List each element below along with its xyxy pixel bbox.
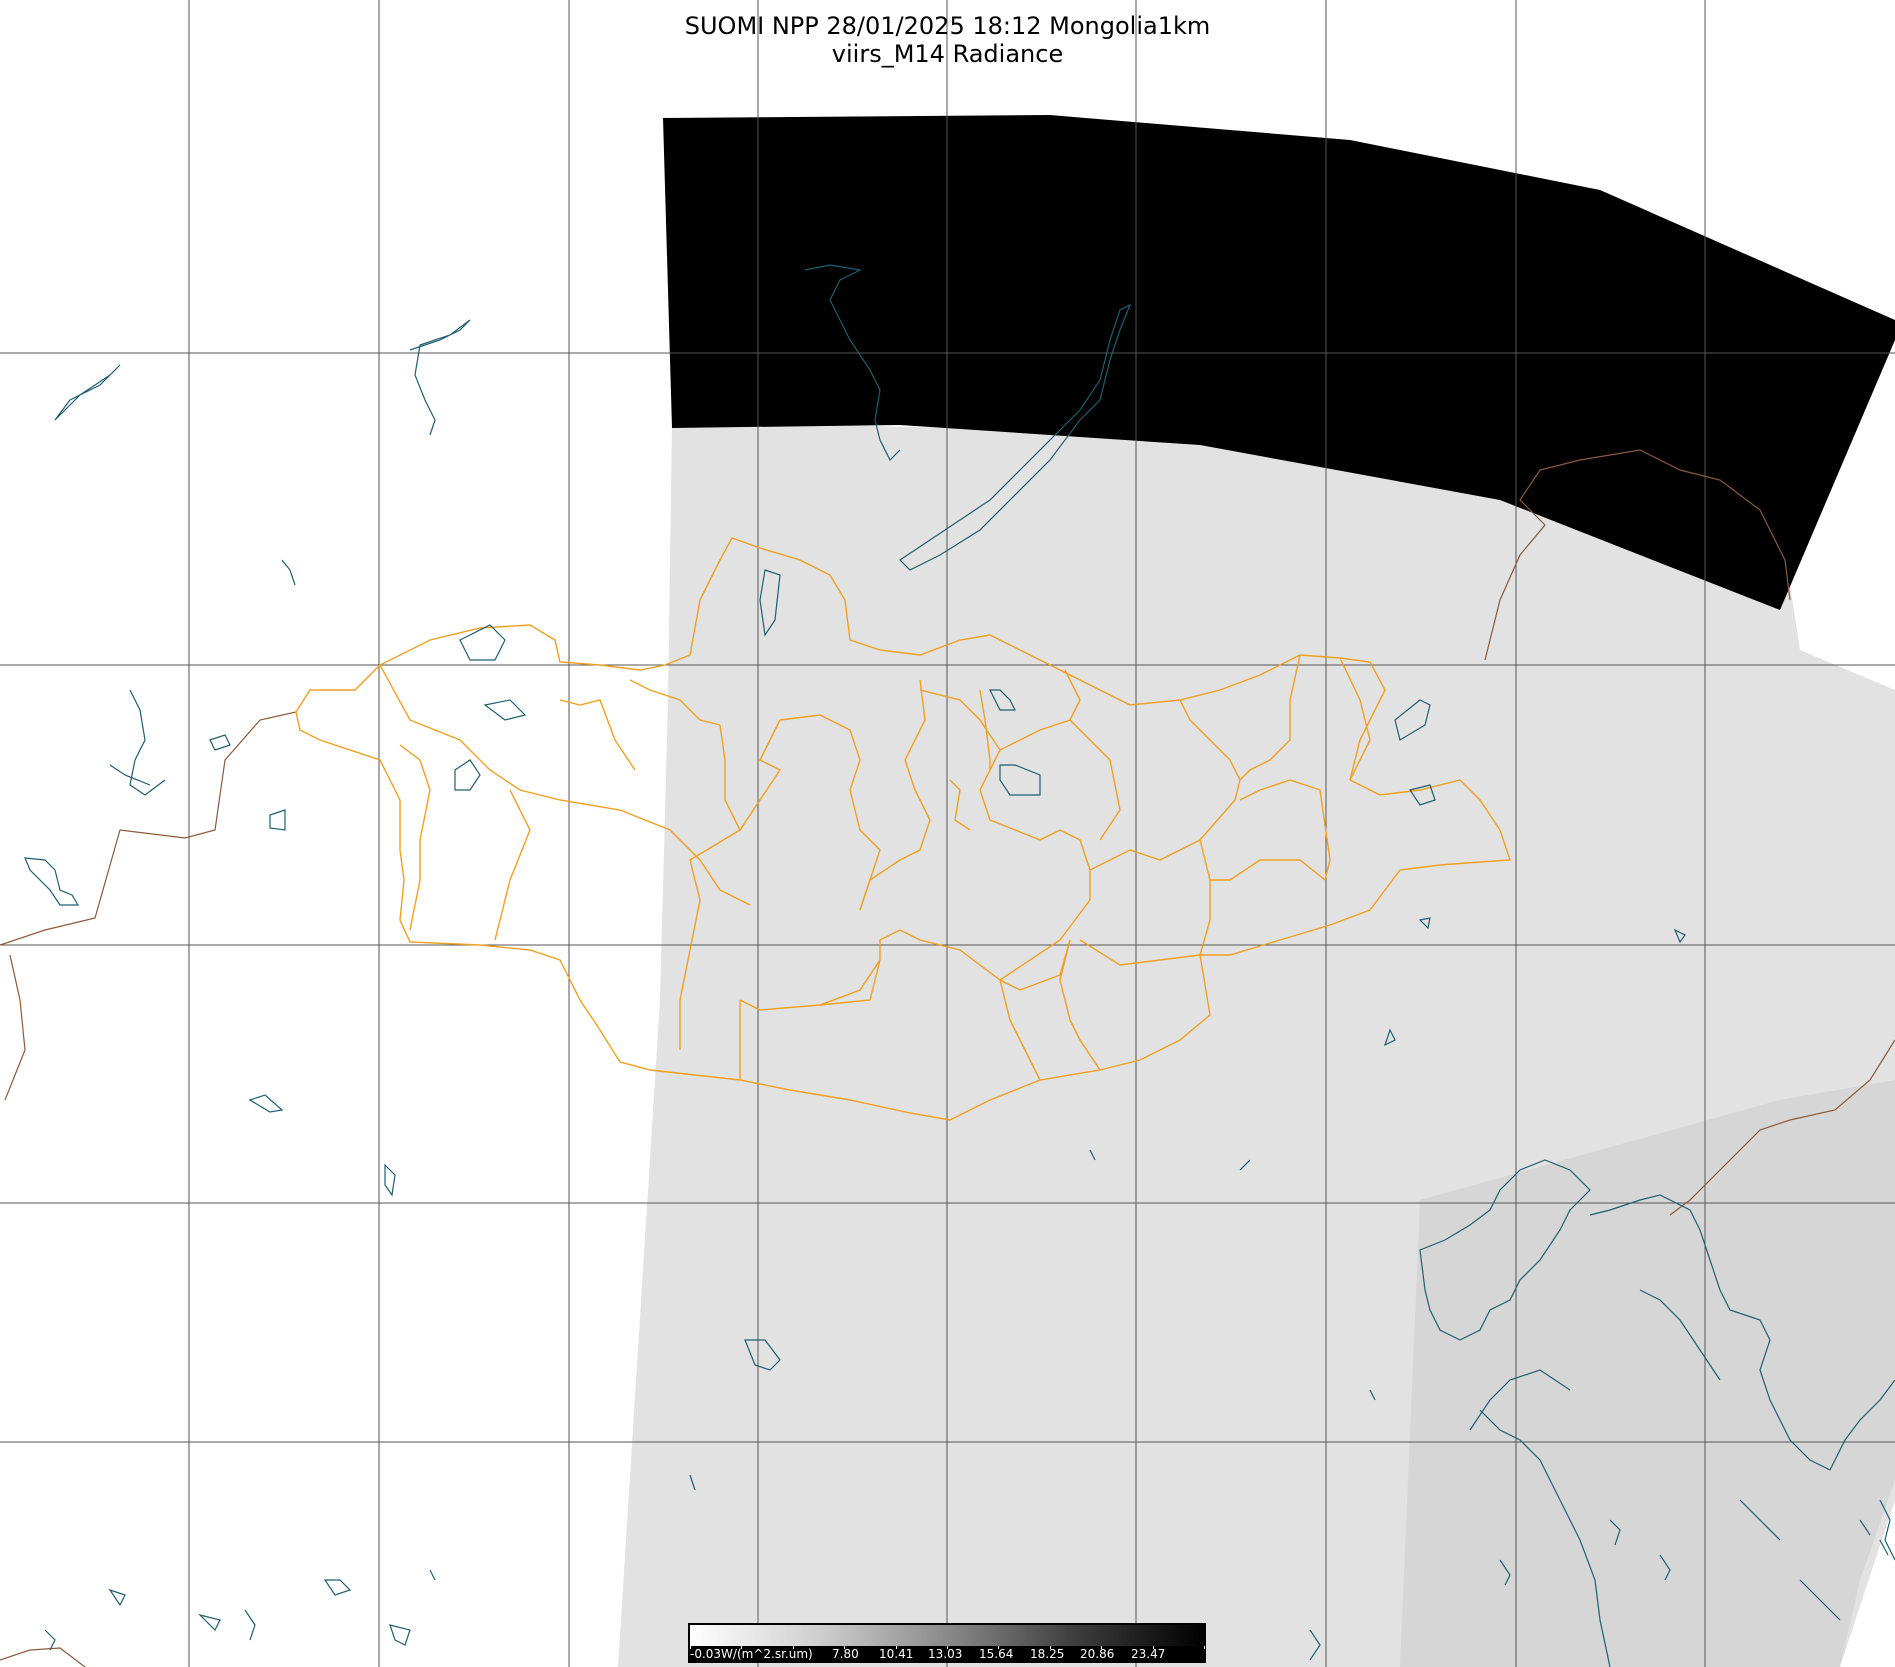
satellite-map <box>0 0 1895 1667</box>
colorbar-tick-label: 7.80 <box>832 1647 859 1661</box>
colorbar-tick-label: 13.03 <box>928 1647 963 1661</box>
colorbar-unit-label: -0.03W/(m^2.sr.um) <box>690 1647 813 1661</box>
map-title-line-1: SUOMI NPP 28/01/2025 18:12 Mongolia1km <box>684 12 1211 40</box>
colorbar-gradient <box>690 1625 1204 1646</box>
colorbar-tick-label: 15.64 <box>979 1647 1014 1661</box>
colorbar-tick-label: 20.86 <box>1080 1647 1115 1661</box>
colorbar: -0.03W/(m^2.sr.um) 7.80 10.41 13.03 15.6… <box>688 1623 1206 1663</box>
colorbar-tick-label: 18.25 <box>1030 1647 1065 1661</box>
colorbar-tick-label: 23.47 <box>1131 1647 1166 1661</box>
map-title-line-2: viirs_M14 Radiance <box>831 40 1064 68</box>
colorbar-tick-label: 10.41 <box>879 1647 914 1661</box>
colorbar-tick-mark <box>1204 1646 1205 1649</box>
